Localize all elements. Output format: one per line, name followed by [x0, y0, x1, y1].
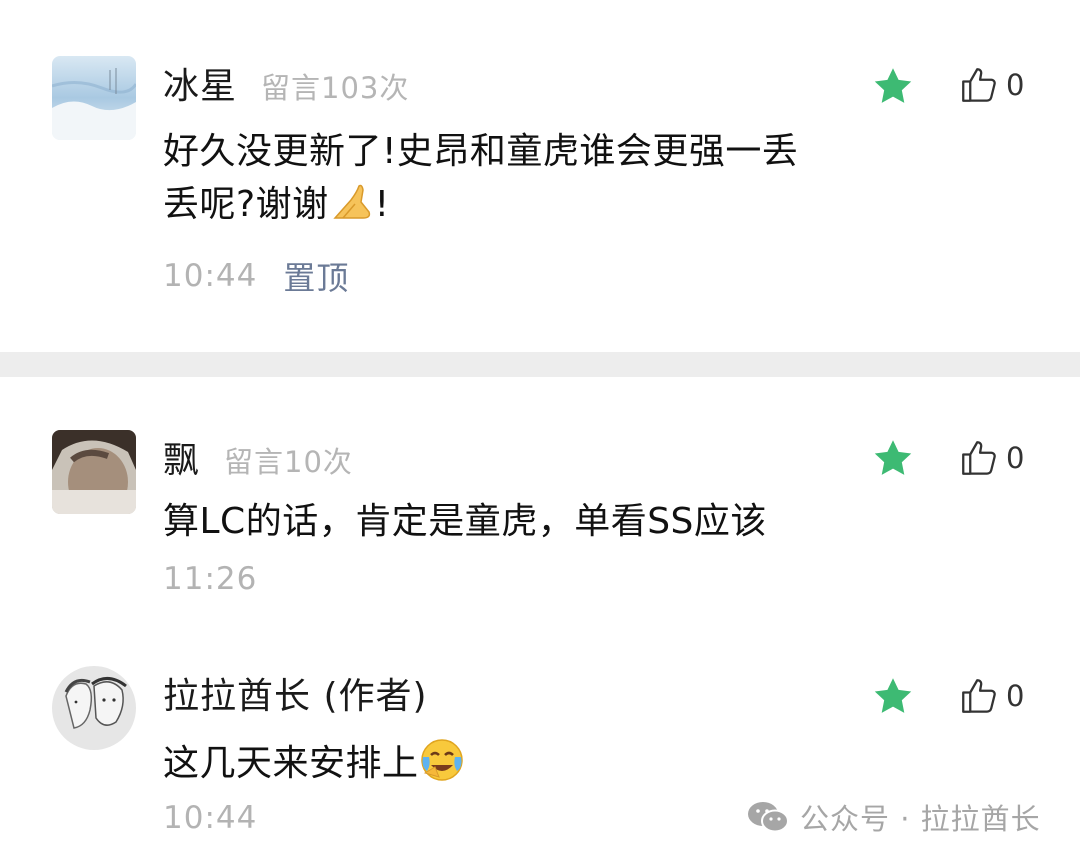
nickname[interactable]: 飘: [163, 431, 200, 483]
thumbs-up-icon: [962, 441, 996, 475]
like-button[interactable]: 0: [958, 673, 1024, 719]
comment-meta: 11:26: [163, 561, 257, 597]
like-count: 0: [1006, 679, 1025, 713]
watermark: 公众号 · 拉拉酋长: [746, 796, 1041, 838]
like-count: 0: [1006, 441, 1025, 475]
folded-hands-emoji: [332, 184, 370, 219]
comment-header: 拉拉酋长 (作者): [163, 667, 428, 717]
message-count: 留言10次: [224, 445, 353, 479]
comment-time: 10:44: [163, 258, 258, 294]
comment-meta: 10:44: [163, 800, 257, 836]
avatar[interactable]: [52, 430, 136, 514]
thumbs-up-icon: [962, 68, 996, 102]
comment-header: 冰星 留言103次: [163, 57, 409, 107]
comment-time: 10:44: [163, 800, 258, 836]
crying-laughing-emoji: [420, 739, 463, 781]
avatar[interactable]: [52, 666, 136, 750]
avatar[interactable]: [52, 56, 136, 140]
thumbs-up-icon: [962, 679, 996, 713]
comment-text-line: 好久没更新了!史昂和童虎谁会更强一丢: [163, 131, 799, 172]
like-count: 0: [1006, 68, 1025, 102]
comment-header: 飘 留言10次: [163, 431, 353, 481]
comment-text: !: [374, 184, 390, 225]
comment-text: 丢呢?谢谢: [163, 184, 329, 225]
nickname[interactable]: 冰星: [163, 57, 237, 109]
comment-meta: 10:44 置顶: [163, 253, 349, 299]
featured-star-icon[interactable]: [870, 436, 916, 482]
featured-star-icon[interactable]: [870, 64, 916, 110]
like-button[interactable]: 0: [958, 62, 1024, 108]
comment-content: 好久没更新了!史昂和童虎谁会更强一丢 丢呢?谢谢!: [163, 126, 893, 231]
comment-content: 这几天来安排上: [163, 737, 893, 790]
featured-star-icon[interactable]: [870, 674, 916, 720]
comment-content: 算LC的话，肯定是童虎，单看SS应该: [163, 496, 893, 548]
watermark-text: 公众号 · 拉拉酋长: [800, 802, 1041, 836]
comment-text-line: 这几天来安排上: [163, 737, 893, 790]
section-divider: [0, 352, 1080, 377]
comment-text-line: 丢呢?谢谢!: [163, 178, 893, 231]
comment-time: 11:26: [163, 561, 258, 597]
comment-text-line: 算LC的话，肯定是童虎，单看SS应该: [163, 501, 767, 542]
comment-text: 这几天来安排上: [163, 743, 419, 784]
wechat-icon: [748, 802, 789, 833]
message-count: 留言103次: [261, 71, 410, 105]
pinned-label: 置顶: [283, 259, 350, 297]
like-button[interactable]: 0: [958, 435, 1024, 481]
nickname[interactable]: 拉拉酋长 (作者): [163, 667, 428, 719]
